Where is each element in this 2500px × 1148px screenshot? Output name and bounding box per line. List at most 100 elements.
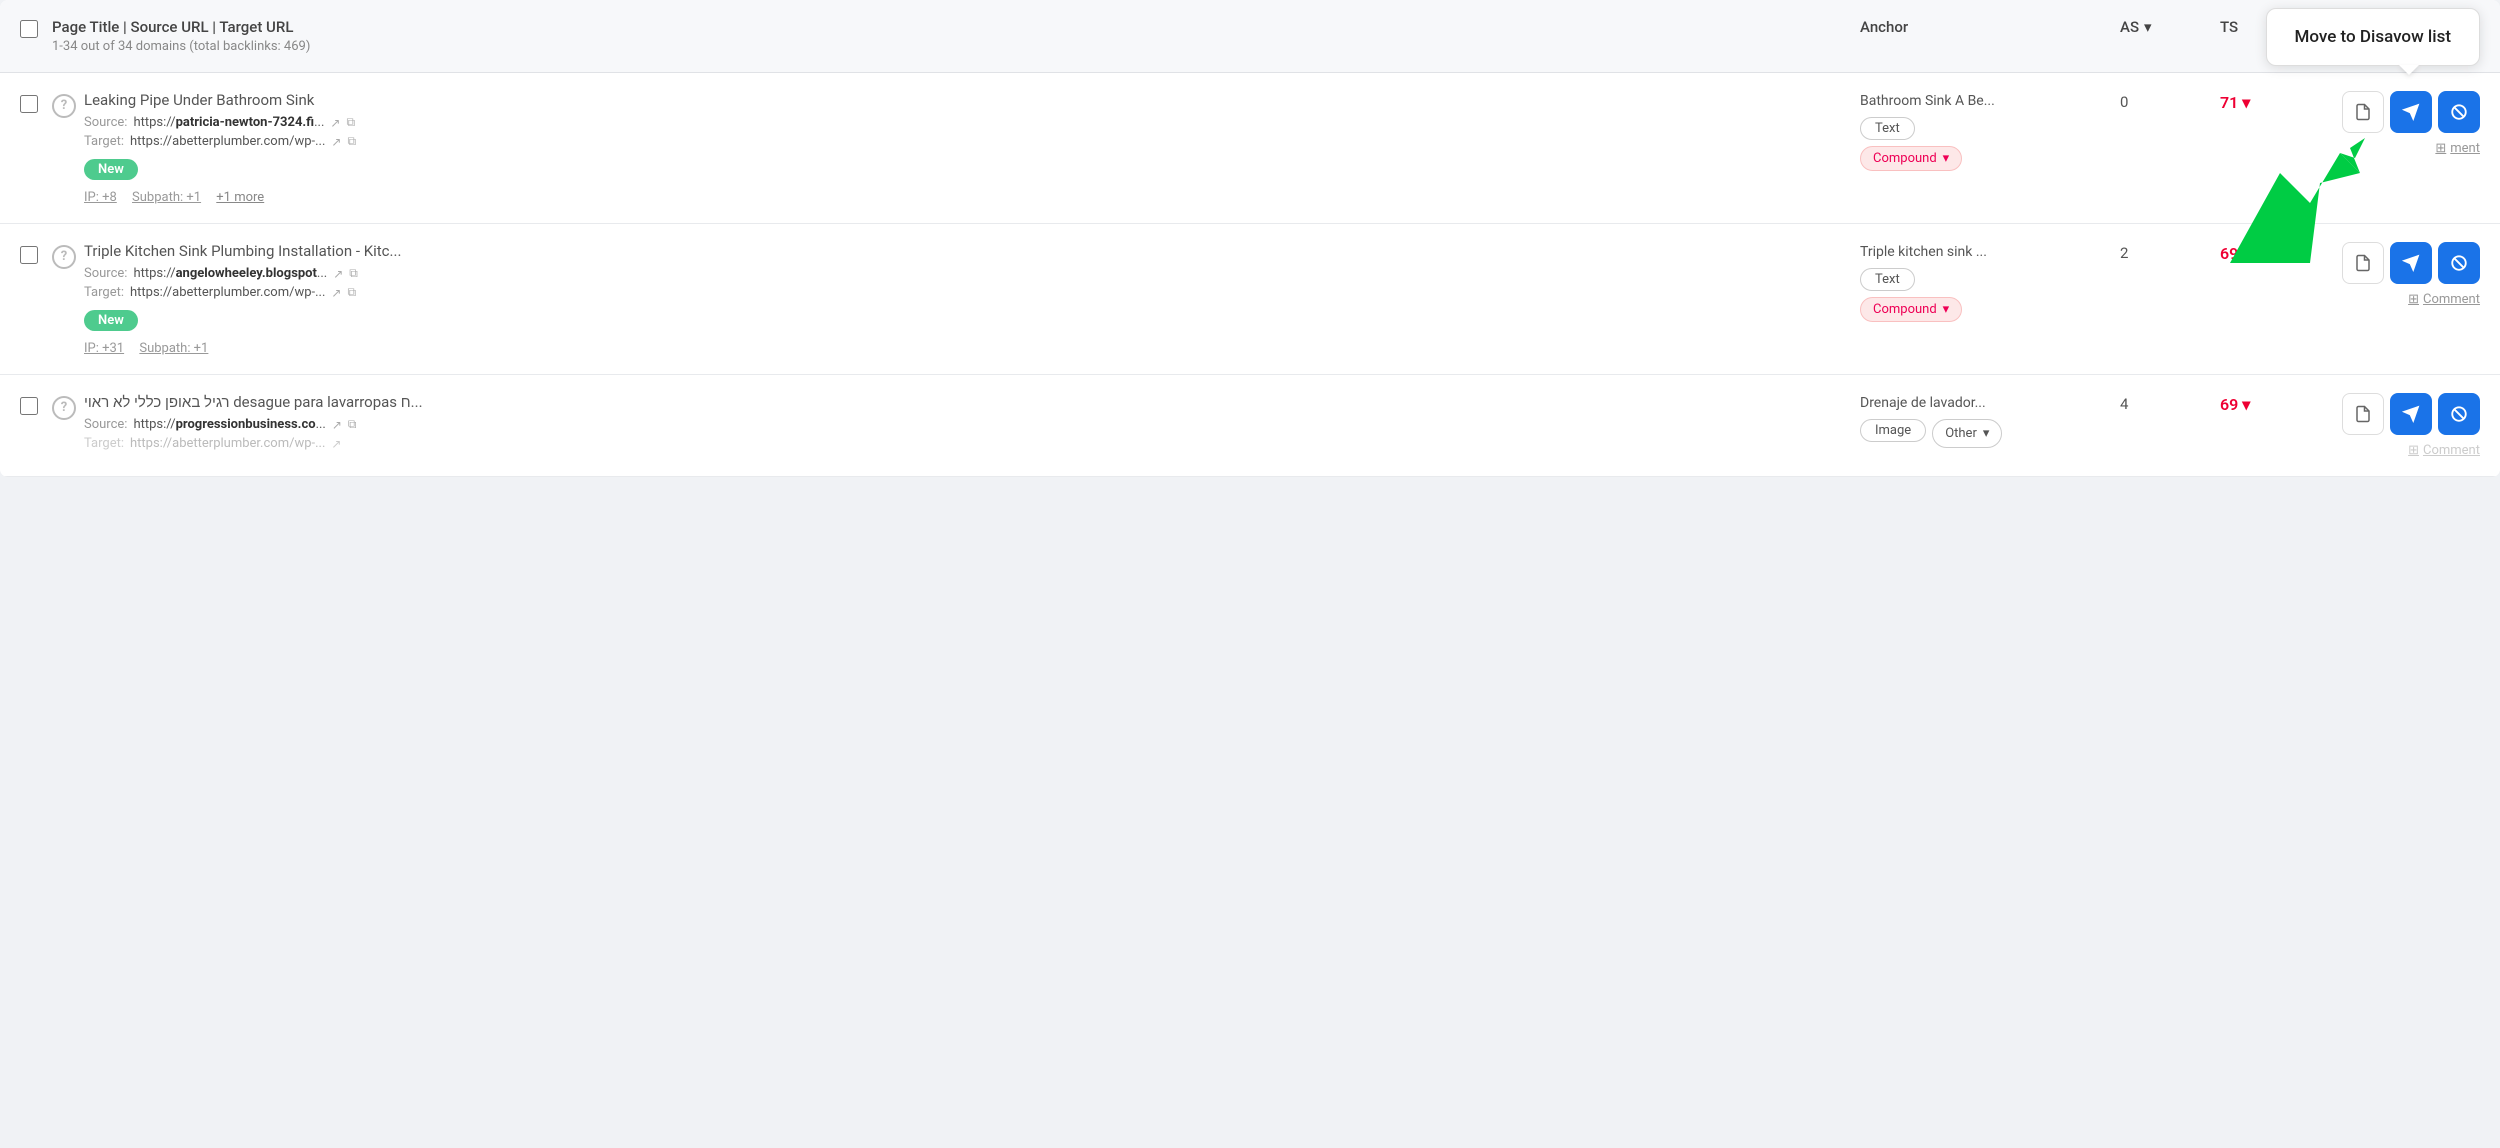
row2-tag-compound[interactable]: Compound ▾	[1860, 297, 1962, 322]
row2-comment-link[interactable]: ⊞ Comment	[2408, 292, 2480, 307]
source-label: Source:	[84, 266, 127, 281]
ts-down-icon: ▾	[2242, 395, 2250, 414]
source-copy-icon[interactable]: ⧉	[349, 266, 358, 281]
row1-checkbox-cell	[20, 91, 52, 117]
backlinks-table: Page Title | Source URL | Target URL 1-3…	[0, 0, 2500, 477]
row3-document-button[interactable]	[2342, 393, 2384, 435]
row1-as-value: 0	[2120, 91, 2220, 111]
row3-anchor: Drenaje de lavador... Image Other ▾	[1860, 393, 2120, 448]
row2-ip[interactable]: IP: +31	[84, 341, 124, 356]
row3-info-icon[interactable]: ?	[52, 393, 84, 420]
table-row: ? Leaking Pipe Under Bathroom Sink Sourc…	[0, 73, 2500, 224]
col-header-title: Page Title | Source URL | Target URL	[52, 18, 1860, 36]
row3-as-value: 4	[2120, 393, 2220, 413]
disavow-tooltip[interactable]: Move to Disavow list	[2266, 8, 2480, 66]
col-header-subtitle: 1-34 out of 34 domains (total backlinks:…	[52, 39, 1860, 54]
row2-comment-text: Comment	[2423, 292, 2480, 307]
row2-info-icon[interactable]: ?	[52, 242, 84, 269]
row2-new-badge: New	[84, 304, 1860, 337]
row2-as-value: 2	[2120, 242, 2220, 262]
compound-chevron-icon: ▾	[1943, 302, 1950, 317]
row2-document-button[interactable]	[2342, 242, 2384, 284]
row1-ts-value: 71 ▾	[2220, 93, 2250, 112]
row1-document-button[interactable]	[2342, 91, 2384, 133]
row1-more[interactable]: +1 more	[216, 190, 264, 205]
row3-checkbox[interactable]	[20, 397, 38, 415]
row2-block-button[interactable]	[2438, 242, 2480, 284]
ts-down-icon: ▾	[2242, 93, 2250, 112]
row1-block-button[interactable]	[2438, 91, 2480, 133]
row2-anchor: Triple kitchen sink ... Text Compound ▾	[1860, 242, 2120, 322]
source-external-link-icon[interactable]: ↗	[330, 116, 340, 130]
row3-tag-image[interactable]: Image	[1860, 419, 1926, 442]
row3-checkbox-cell	[20, 393, 52, 419]
row1-tag-compound[interactable]: Compound ▾	[1860, 146, 1962, 171]
target-external-link-icon[interactable]: ↗	[331, 135, 341, 149]
row1-comment-text: ment	[2450, 141, 2480, 156]
row3-ts-value: 69 ▾	[2220, 395, 2250, 414]
other-chevron-icon: ▾	[1983, 426, 1990, 441]
row1-checkbox[interactable]	[20, 95, 38, 113]
target-label: Target:	[84, 436, 124, 451]
target-external-link-icon[interactable]: ↗	[331, 286, 341, 300]
source-copy-icon[interactable]: ⧉	[348, 417, 357, 432]
source-copy-icon[interactable]: ⧉	[346, 115, 355, 130]
row2-checkbox[interactable]	[20, 246, 38, 264]
row3-actions: ⊞ Comment	[2300, 393, 2480, 458]
header-title-group: Page Title | Source URL | Target URL 1-3…	[52, 18, 1860, 54]
row1-page-title: Leaking Pipe Under Bathroom Sink	[84, 91, 1860, 109]
row1-ts: 71 ▾	[2220, 91, 2300, 112]
row2-actions: ⊞ Comment	[2300, 242, 2480, 307]
row2-main: Triple Kitchen Sink Plumbing Installatio…	[84, 242, 1860, 356]
source-external-link-icon[interactable]: ↗	[333, 267, 343, 281]
row1-anchor: Bathroom Sink A Be... Text Compound ▾	[1860, 91, 2120, 171]
col-header-as[interactable]: AS ▾	[2120, 18, 2220, 36]
row1-action-buttons	[2342, 91, 2480, 133]
row1-source-url: Source: https://patricia-newton-7324.fi.…	[84, 115, 1860, 130]
table-row: ? רגיל באופן כללי לא ראוי desague para l…	[0, 375, 2500, 477]
row3-block-button[interactable]	[2438, 393, 2480, 435]
select-all-checkbox[interactable]	[20, 20, 38, 38]
row1-subpath[interactable]: Subpath: +1	[132, 190, 201, 205]
row2-page-title: Triple Kitchen Sink Plumbing Installatio…	[84, 242, 1860, 260]
new-badge: New	[84, 159, 138, 180]
row3-main: רגיל באופן כללי לא ראוי desague para lav…	[84, 393, 1860, 455]
row2-send-button[interactable]	[2390, 242, 2432, 284]
row2-anchor-text: Triple kitchen sink ...	[1860, 244, 2120, 260]
row1-main: Leaking Pipe Under Bathroom Sink Source:…	[84, 91, 1860, 205]
target-copy-icon[interactable]: ⧉	[347, 285, 356, 300]
header-checkbox-cell	[20, 18, 52, 42]
source-label: Source:	[84, 417, 127, 432]
row1-tag-text[interactable]: Text	[1860, 117, 1915, 140]
target-external-link-icon[interactable]: ↗	[331, 437, 341, 451]
row3-ts: 69 ▾	[2220, 393, 2300, 414]
row2-action-buttons	[2342, 242, 2480, 284]
comment-plus-icon: ⊞	[2408, 443, 2419, 458]
row2-ts-value: 69	[2220, 244, 2238, 263]
target-copy-icon[interactable]: ⧉	[347, 134, 356, 149]
row3-comment-text: Comment	[2423, 443, 2480, 458]
row3-page-title: רגיל באופן כללי לא ראוי desague para lav…	[84, 393, 1860, 411]
row1-comment-link[interactable]: ⊞ ment	[2435, 141, 2480, 156]
source-label: Source:	[84, 115, 127, 130]
comment-plus-icon: ⊞	[2408, 292, 2419, 307]
row3-send-button[interactable]	[2390, 393, 2432, 435]
source-external-link-icon[interactable]: ↗	[332, 418, 342, 432]
row2-subpath[interactable]: Subpath: +1	[139, 341, 208, 356]
row1-info-icon[interactable]: ?	[52, 91, 84, 118]
table-header: Page Title | Source URL | Target URL 1-3…	[0, 0, 2500, 73]
table-row: ? Triple Kitchen Sink Plumbing Installat…	[0, 224, 2500, 375]
row1-anchor-text: Bathroom Sink A Be...	[1860, 93, 2120, 109]
row3-comment-link[interactable]: ⊞ Comment	[2408, 443, 2480, 458]
comment-plus-icon: ⊞	[2435, 141, 2446, 156]
sort-chevron-icon: ▾	[2144, 18, 2152, 36]
target-label: Target:	[84, 134, 124, 149]
row1-send-button[interactable]	[2390, 91, 2432, 133]
row3-tag-other[interactable]: Other ▾	[1932, 419, 2002, 448]
row3-anchor-text: Drenaje de lavador...	[1860, 395, 2120, 411]
row2-tag-text[interactable]: Text	[1860, 268, 1915, 291]
row3-target-url: Target: https://abetterplumber.com/wp-..…	[84, 436, 1860, 451]
target-label: Target:	[84, 285, 124, 300]
row1-ip[interactable]: IP: +8	[84, 190, 117, 205]
row2-target-url: Target: https://abetterplumber.com/wp-..…	[84, 285, 1860, 300]
